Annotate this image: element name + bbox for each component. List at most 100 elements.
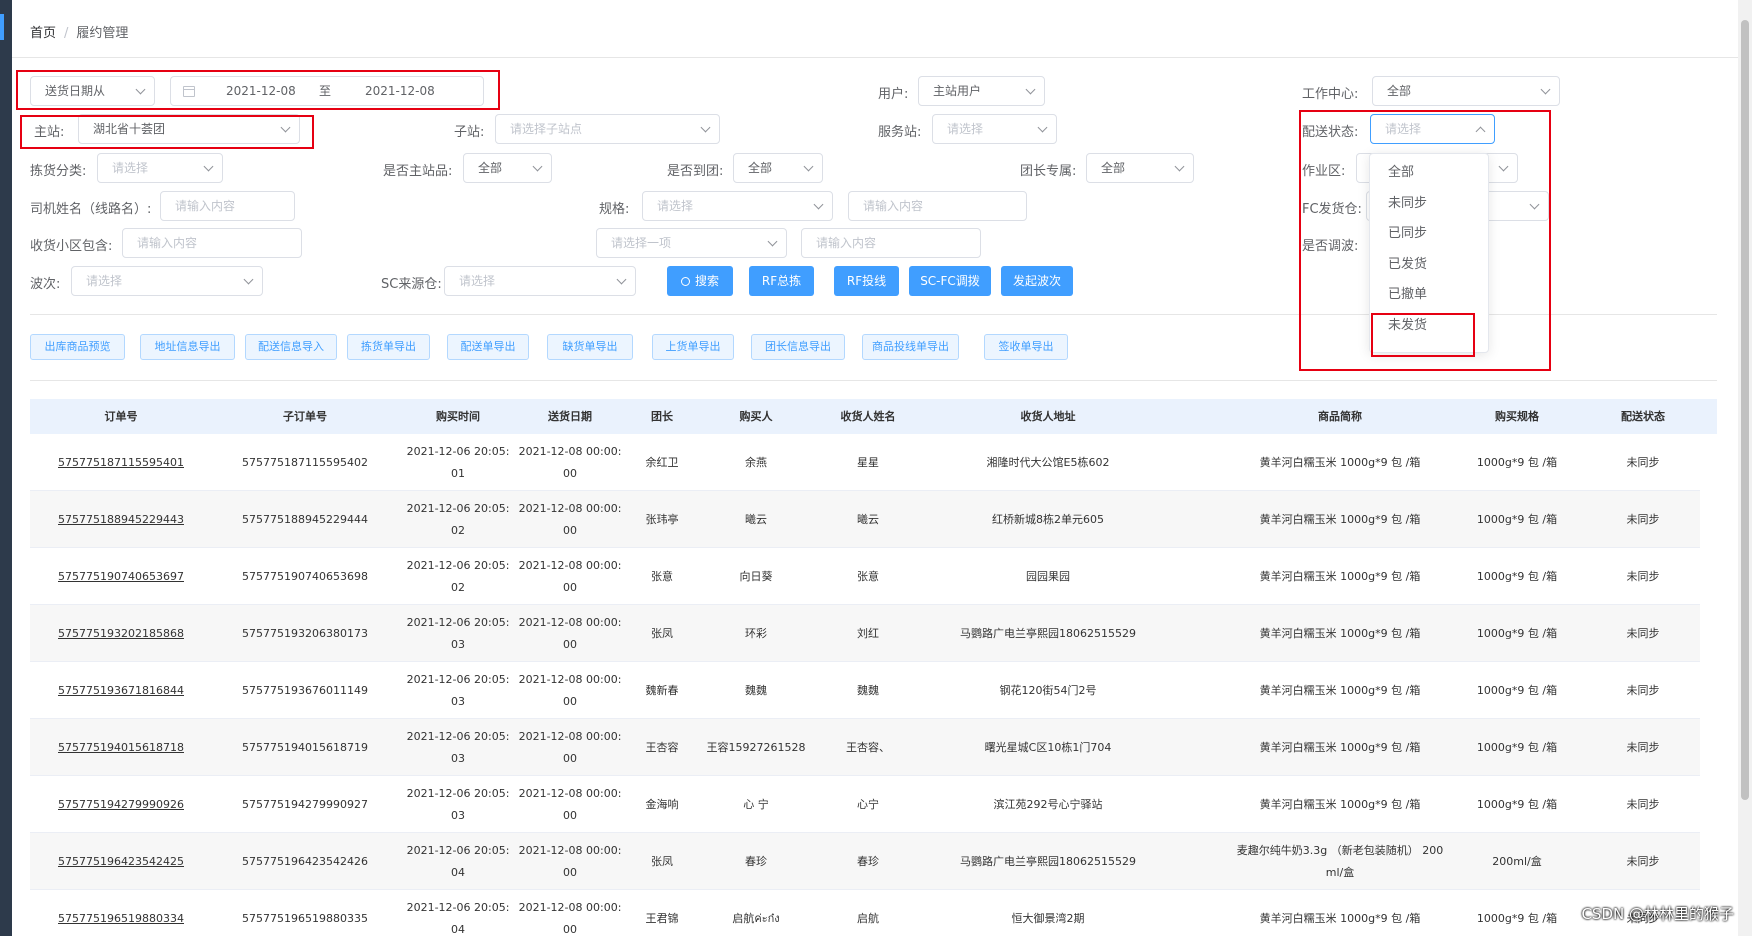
cell-order-link[interactable]: 575775193202185868: [58, 605, 184, 662]
is-main-item-select[interactable]: 全部: [463, 153, 552, 183]
cell-text: 星星: [857, 455, 879, 469]
cell-order-link[interactable]: 575775193671816844: [58, 662, 184, 719]
cell-sub-order: 575775194279990927: [242, 776, 368, 833]
cell-order-link[interactable]: 575775194279990926: [58, 776, 184, 833]
cell-order-link[interactable]: 575775194015618718: [58, 719, 184, 776]
cell-text: 575775196519880334: [58, 911, 184, 925]
dropdown-option[interactable]: 未同步: [1370, 189, 1488, 220]
spec-input[interactable]: 请输入内容: [848, 191, 1027, 221]
sc-select[interactable]: 请选择: [444, 266, 636, 296]
cell-delivery-date: 2021-12-08 00:00: 00: [519, 662, 622, 719]
toolbar-button-7[interactable]: 上货单导出: [652, 334, 734, 360]
cell-product: 黄羊河白糯玉米 1000g*9 包 /箱: [1260, 491, 1421, 548]
cell-address: 马鹦路广电兰亭熙园18062515529: [960, 605, 1136, 662]
is-to-group-select[interactable]: 全部: [733, 153, 823, 183]
cell-order-link[interactable]: 575775187115595401: [58, 434, 184, 491]
workcenter-select[interactable]: 全部: [1372, 76, 1560, 106]
toolbar-divider: [30, 380, 1717, 381]
select-one-input[interactable]: 请输入内容: [801, 228, 981, 258]
dropdown-option[interactable]: 全部: [1370, 158, 1488, 189]
rf-drop-button[interactable]: RF投线: [834, 266, 899, 296]
table-row: 575775190740653697 575775190740653698 2021…: [30, 548, 1700, 605]
vertical-scrollbar[interactable]: [1738, 0, 1752, 936]
toolbar-button-10[interactable]: 签收单导出: [984, 334, 1068, 360]
spec-select[interactable]: 请选择: [642, 191, 833, 221]
toolbar-button-5[interactable]: 配送单导出: [447, 334, 529, 360]
cell-delivery-date: 2021-12-08 00:00: 00: [519, 776, 622, 833]
cell-text: 王君锦: [645, 911, 679, 925]
toolbar-button-3[interactable]: 配送信息导入: [245, 334, 337, 360]
main-station-select[interactable]: 湖北省十荟团: [78, 114, 300, 144]
toolbar-button-1[interactable]: 出库商品预览: [30, 334, 125, 360]
cell-group-leader: 王君锦: [646, 890, 679, 936]
pick-category-select[interactable]: 请选择: [97, 153, 223, 183]
table-row: 575775193671816844 575775193676011149 2021…: [30, 662, 1700, 719]
user-select[interactable]: 主站用户: [918, 76, 1045, 106]
cell-purchase-time: 2021-12-06 20:05: 04: [407, 890, 510, 936]
driver-input[interactable]: 请输入内容: [160, 191, 295, 221]
dropdown-option[interactable]: 已同步: [1370, 219, 1488, 250]
cell-text: 2021-12-06 20:05:: [406, 900, 510, 914]
column-header: 收货人姓名: [840, 410, 896, 423]
cell-address: 曙光星城C区10栋1门704: [985, 719, 1112, 776]
dropdown-option[interactable]: 已撤单: [1370, 280, 1488, 311]
cell-order-link[interactable]: 575775190740653697: [58, 548, 184, 605]
toolbar-button-4[interactable]: 拣货单导出: [347, 334, 430, 360]
is-dispatch-label: 是否调波:: [1302, 239, 1359, 254]
cell-text: 黄羊河白糯玉米 1000g*9 包 /箱: [1259, 683, 1421, 697]
sub-station-select[interactable]: 请选择子站点: [495, 114, 720, 144]
search-button[interactable]: 搜索: [667, 266, 733, 296]
toolbar-button-8[interactable]: 团长信息导出: [751, 334, 845, 360]
cell-text-line2: 00: [563, 694, 577, 708]
start-wave-button[interactable]: 发起波次: [1001, 266, 1073, 296]
cell-purchase-time: 2021-12-06 20:05: 03: [407, 605, 510, 662]
date-type-select[interactable]: 送货日期从: [30, 76, 155, 106]
cell-text: 1000g*9 包 /箱: [1476, 626, 1558, 640]
community-input[interactable]: 请输入内容: [122, 228, 302, 258]
fc-label: FC发货仓:: [1302, 202, 1362, 217]
scrollbar-thumb[interactable]: [1741, 20, 1749, 800]
cell-spec: 1000g*9 包 /箱: [1477, 776, 1557, 833]
cell-purchase-time: 2021-12-06 20:05: 03: [407, 662, 510, 719]
header-divider: [12, 57, 1738, 58]
table-row: 575775196519880334 575775196519880335 2021…: [30, 890, 1700, 936]
cell-text: 2021-12-08 00:00:: [518, 558, 622, 572]
toolbar-button-2[interactable]: 地址信息导出: [140, 334, 235, 360]
cell-text: 心宁: [857, 797, 879, 811]
cell-receiver: 心宁: [857, 776, 879, 833]
cell-order-link[interactable]: 575775196519880334: [58, 890, 184, 936]
cell-text: 未同步: [1626, 854, 1660, 868]
wave-select[interactable]: 请选择: [71, 266, 263, 296]
dropdown-option[interactable]: 已发货: [1370, 250, 1488, 281]
rf-pick-button[interactable]: RF总拣: [749, 266, 814, 296]
service-station-select[interactable]: 请选择: [932, 114, 1057, 144]
cell-spec: 1000g*9 包 /箱: [1477, 719, 1557, 776]
cell-product: 黄羊河白糯玉米 1000g*9 包 /箱: [1260, 890, 1421, 936]
breadcrumb-home[interactable]: 首页: [30, 26, 56, 41]
select-one-select[interactable]: 请选择一项: [596, 228, 787, 258]
cell-text: 2021-12-08 00:00:: [518, 729, 622, 743]
cell-text: 麦趣尔纯牛奶3.3g （新老包装随机） 200: [1236, 843, 1444, 857]
cell-text: 恒大御景湾2期: [1011, 911, 1085, 925]
cell-text: 2021-12-06 20:05:: [406, 501, 510, 515]
cell-order-link[interactable]: 575775196423542425: [58, 833, 184, 890]
dropdown-option[interactable]: 未发货: [1370, 311, 1488, 342]
date-range-picker[interactable]: 2021-12-08 至 2021-12-08: [170, 76, 484, 106]
cell-status: 未同步: [1627, 719, 1660, 776]
cell-text: 575775194279990927: [242, 797, 368, 811]
cell-text: 575775187115595402: [242, 455, 368, 469]
cell-product: 黄羊河白糯玉米 1000g*9 包 /箱: [1260, 662, 1421, 719]
cell-text: 1000g*9 包 /箱: [1476, 911, 1558, 925]
toolbar-button-9[interactable]: 商品投线单导出: [862, 334, 959, 360]
cell-group-leader: 张意: [651, 548, 673, 605]
scfc-button[interactable]: SC-FC调拨: [909, 266, 991, 296]
leader-exclusive-select[interactable]: 全部: [1086, 153, 1194, 183]
cell-text: 黄羊河白糯玉米 1000g*9 包 /箱: [1259, 569, 1421, 583]
community-label: 收货小区包含:: [30, 239, 113, 254]
toolbar-button-6[interactable]: 缺货单导出: [547, 334, 633, 360]
delivery-status-select[interactable]: 请选择: [1370, 114, 1495, 144]
cell-text: 2021-12-08 00:00:: [518, 501, 622, 515]
sc-label: SC来源仓:: [381, 277, 442, 292]
cell-order-link[interactable]: 575775188945229443: [58, 491, 184, 548]
search-icon: [680, 277, 690, 286]
